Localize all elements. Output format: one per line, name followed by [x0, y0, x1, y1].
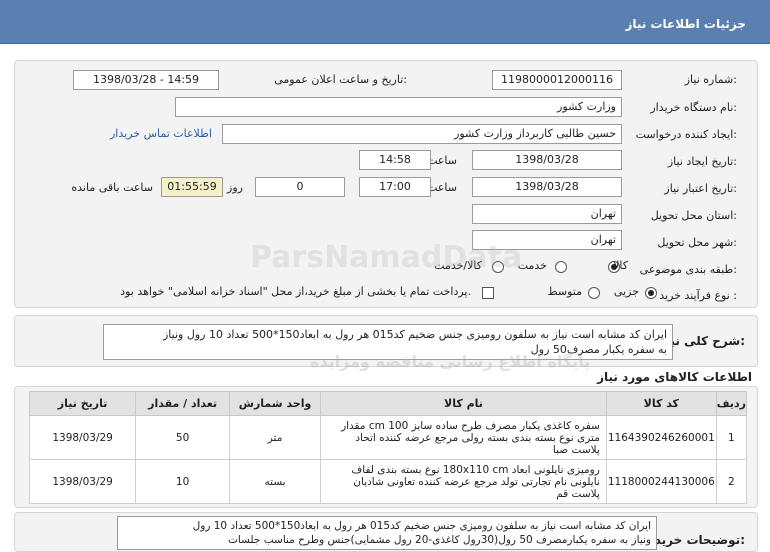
col-date: تاریخ نیاز [28, 391, 137, 416]
cell-name: سفره کاغذی یکبار مصرف طرح ساده سایز 100 … [320, 415, 607, 460]
treasury-payment-note: پرداخت تمام یا بخشی از مبلغ خرید،از محل … [120, 285, 471, 298]
process-label: نوع فرآیند خرید : [659, 289, 737, 302]
created-time-label: ساعت [427, 154, 457, 167]
col-name: نام کالا [320, 391, 607, 416]
goods-table-container: ردیف کد کالا نام کالا واحد شمارش تعداد /… [14, 386, 758, 508]
cell-qty: 10 [135, 459, 231, 504]
col-code: کد کالا [605, 391, 717, 416]
requester-field: حسین طالبی کاربرداز وزارت کشور [222, 124, 622, 144]
category-label: طبقه بندی موضوعی: [639, 263, 737, 276]
cell-code: 1164390246260001 [605, 415, 717, 460]
buyer-notes-section: توضیحات خریدار: ایران کد مشابه است نیاز … [14, 512, 758, 552]
cell-name: رومیزی نایلونی ابعاد 180x110 cm نوع بسته… [320, 459, 607, 504]
watermark-text: ParsNamadData [250, 240, 523, 275]
table-row: 2 1118000244130006 رومیزی نایلونی ابعاد … [28, 459, 748, 504]
valid-time-label: ساعت [427, 181, 457, 194]
city-label: شهر محل تحویل: [657, 236, 737, 249]
valid-time-field: 17:00 [359, 177, 431, 197]
treasury-payment-checkbox[interactable] [482, 287, 494, 299]
buyer-contact-link[interactable]: اطلاعات تماس خریدار [110, 127, 212, 140]
cell-date: 1398/03/29 [28, 459, 137, 504]
goods-section-title: اطلاعات کالاهای مورد نیاز [597, 370, 752, 384]
remaining-label: ساعت باقی مانده [71, 181, 153, 194]
need-number-field: 1198000012000116 [492, 70, 622, 90]
cell-idx: 1 [715, 415, 748, 460]
col-unit: واحد شمارش [229, 391, 322, 416]
page-title: جزئیات اطلاعات نیاز [625, 17, 746, 31]
days-remaining-field: 0 [255, 177, 345, 197]
buyer-notes-line-1: ایران کد مشابه است نیاز به سلفون رومیزی … [192, 520, 651, 532]
need-number-label: شماره نیاز: [684, 73, 737, 86]
table-row: 1 1164390246260001 سفره کاغذی یکبار مصرف… [28, 415, 748, 460]
process-option-minor: جزیی [613, 285, 639, 298]
cell-unit: متر [229, 415, 322, 460]
watermark-subtext: پایگاه اطلاع رسانی مناقصه ومزایده [310, 352, 591, 371]
remaining-time-field: 01:55:59 [161, 177, 223, 197]
requester-label: ایجاد کننده درخواست: [635, 128, 737, 141]
created-time-field: 14:58 [359, 150, 431, 170]
process-option-medium: متوسط [547, 285, 582, 298]
cell-unit: بسته [229, 459, 322, 504]
province-field: تهران [472, 204, 622, 224]
province-label: استان محل تحویل: [650, 209, 737, 222]
valid-date-label: تاریخ اعتبار نیاز: [664, 182, 737, 195]
cell-date: 1398/03/29 [28, 415, 137, 460]
col-qty: تعداد / مقدار [135, 391, 231, 416]
summary-line-1: ایران کد مشابه است نیاز به سلفون رومیزی … [163, 328, 667, 341]
category-option-goods: کالا [613, 259, 628, 272]
created-date-label: تاریخ ایجاد نیاز: [667, 155, 737, 168]
announce-datetime-field: 1398/03/28 - 14:59 [73, 70, 219, 90]
process-radio-medium[interactable] [588, 287, 600, 299]
valid-date-field: 1398/03/28 [472, 177, 622, 197]
process-radio-minor[interactable] [645, 287, 657, 299]
cell-code: 1118000244130006 [605, 459, 717, 504]
buyer-org-field: وزارت کشور [175, 97, 622, 117]
goods-table: ردیف کد کالا نام کالا واحد شمارش تعداد /… [28, 391, 748, 504]
category-radio-service[interactable] [555, 261, 567, 273]
cell-idx: 2 [715, 459, 748, 504]
announce-label: تاریخ و ساعت اعلان عمومی: [274, 73, 407, 86]
page-header: جزئیات اطلاعات نیاز [0, 0, 770, 44]
cell-qty: 50 [135, 415, 231, 460]
buyer-org-label: نام دستگاه خریدار: [650, 101, 737, 114]
col-row: ردیف [715, 391, 748, 416]
created-date-field: 1398/03/28 [472, 150, 622, 170]
